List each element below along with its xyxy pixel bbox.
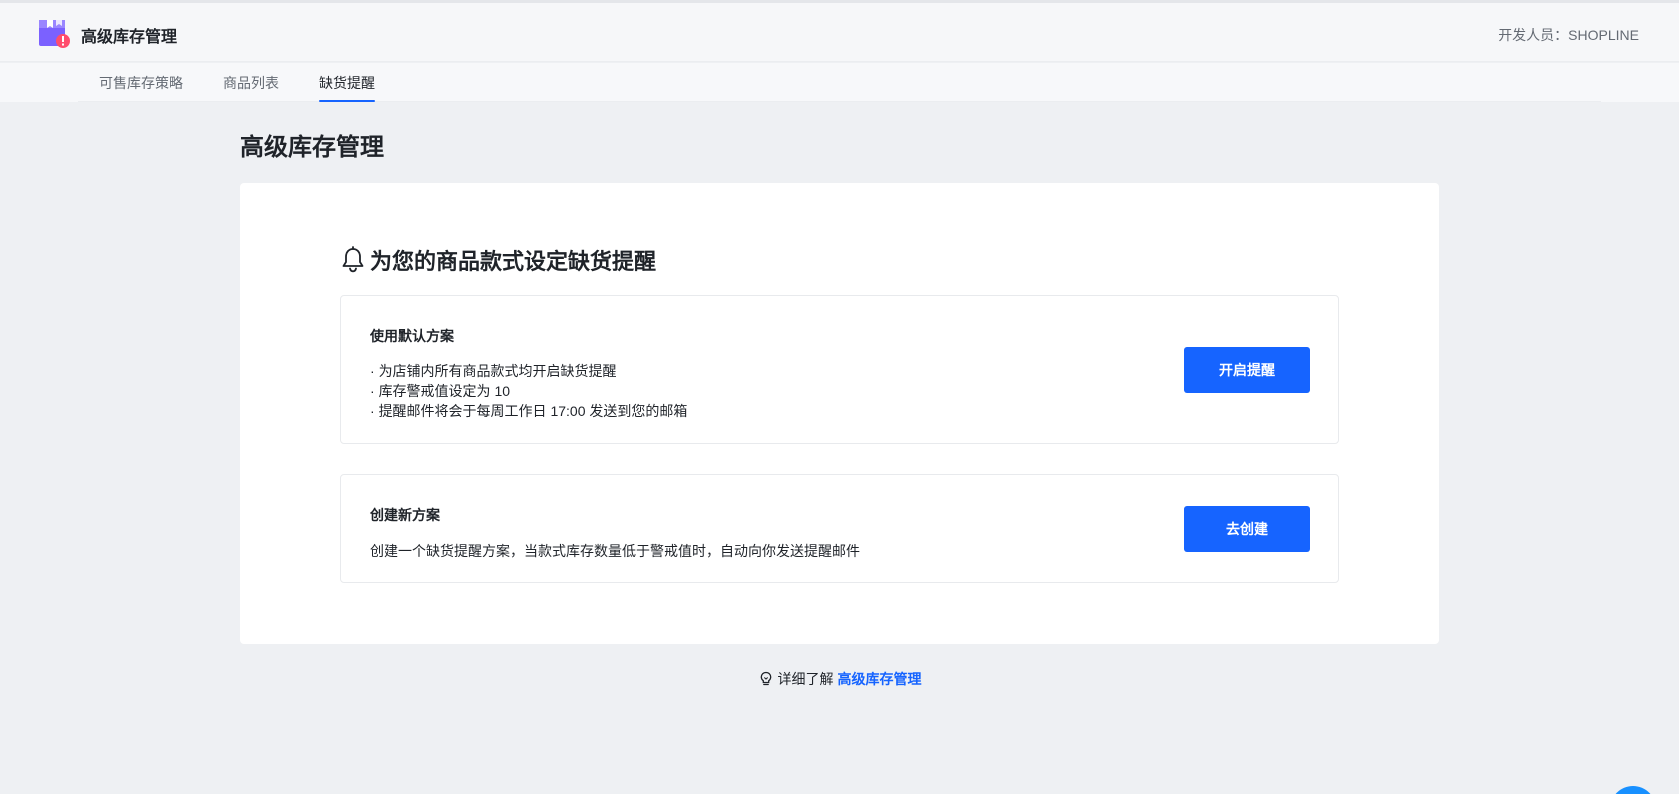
- card-heading: 为您的商品款式设定缺货提醒: [340, 244, 656, 276]
- create-plan-button[interactable]: 去创建: [1184, 506, 1310, 552]
- default-plan-bullets: 为店铺内所有商品款式均开启缺货提醒 库存警戒值设定为 10 提醒邮件将会于每周工…: [370, 361, 688, 421]
- learn-more: 详细了解 高级库存管理: [0, 669, 1679, 689]
- learn-more-prefix: 详细了解: [777, 671, 834, 687]
- default-plan-bullet: 提醒邮件将会于每周工作日 17:00 发送到您的邮箱: [370, 401, 688, 421]
- new-plan-title: 创建新方案: [370, 507, 440, 523]
- new-plan-panel: 创建新方案 创建一个缺货提醒方案，当款式库存数量低于警戒值时，自动向你发送提醒邮…: [340, 474, 1339, 583]
- tab-out-of-stock-alert[interactable]: 缺货提醒: [319, 73, 375, 102]
- tab-bar: 可售库存策略 商品列表 缺货提醒: [0, 63, 1679, 102]
- lightbulb-icon: [758, 671, 774, 687]
- alert-settings-card: 为您的商品款式设定缺货提醒 使用默认方案 为店铺内所有商品款式均开启缺货提醒 库…: [240, 183, 1439, 644]
- tab-sellable-inventory-strategy[interactable]: 可售库存策略: [99, 73, 183, 102]
- developer-label: 开发人员：SHOPLINE: [1498, 27, 1639, 43]
- default-plan-panel: 使用默认方案 为店铺内所有商品款式均开启缺货提醒 库存警戒值设定为 10 提醒邮…: [340, 295, 1339, 444]
- card-heading-text: 为您的商品款式设定缺货提醒: [370, 249, 657, 274]
- enable-alert-button[interactable]: 开启提醒: [1184, 347, 1310, 393]
- default-plan-bullet: 为店铺内所有商品款式均开启缺货提醒: [370, 361, 687, 381]
- learn-more-link[interactable]: 高级库存管理: [838, 669, 922, 689]
- tab-product-list[interactable]: 商品列表: [223, 73, 279, 102]
- page-title: 高级库存管理: [240, 134, 384, 161]
- app-title: 高级库存管理: [81, 29, 178, 46]
- default-plan-bullet: 库存警戒值设定为 10: [370, 381, 687, 401]
- top-bar: 高级库存管理 开发人员：SHOPLINE: [0, 0, 1679, 62]
- floating-help-button[interactable]: [1610, 786, 1656, 794]
- bell-icon: [340, 246, 366, 274]
- inventory-box-alert-icon: [37, 16, 71, 50]
- default-plan-title: 使用默认方案: [370, 328, 454, 344]
- new-plan-description: 创建一个缺货提醒方案，当款式库存数量低于警戒值时，自动向你发送提醒邮件: [370, 543, 860, 559]
